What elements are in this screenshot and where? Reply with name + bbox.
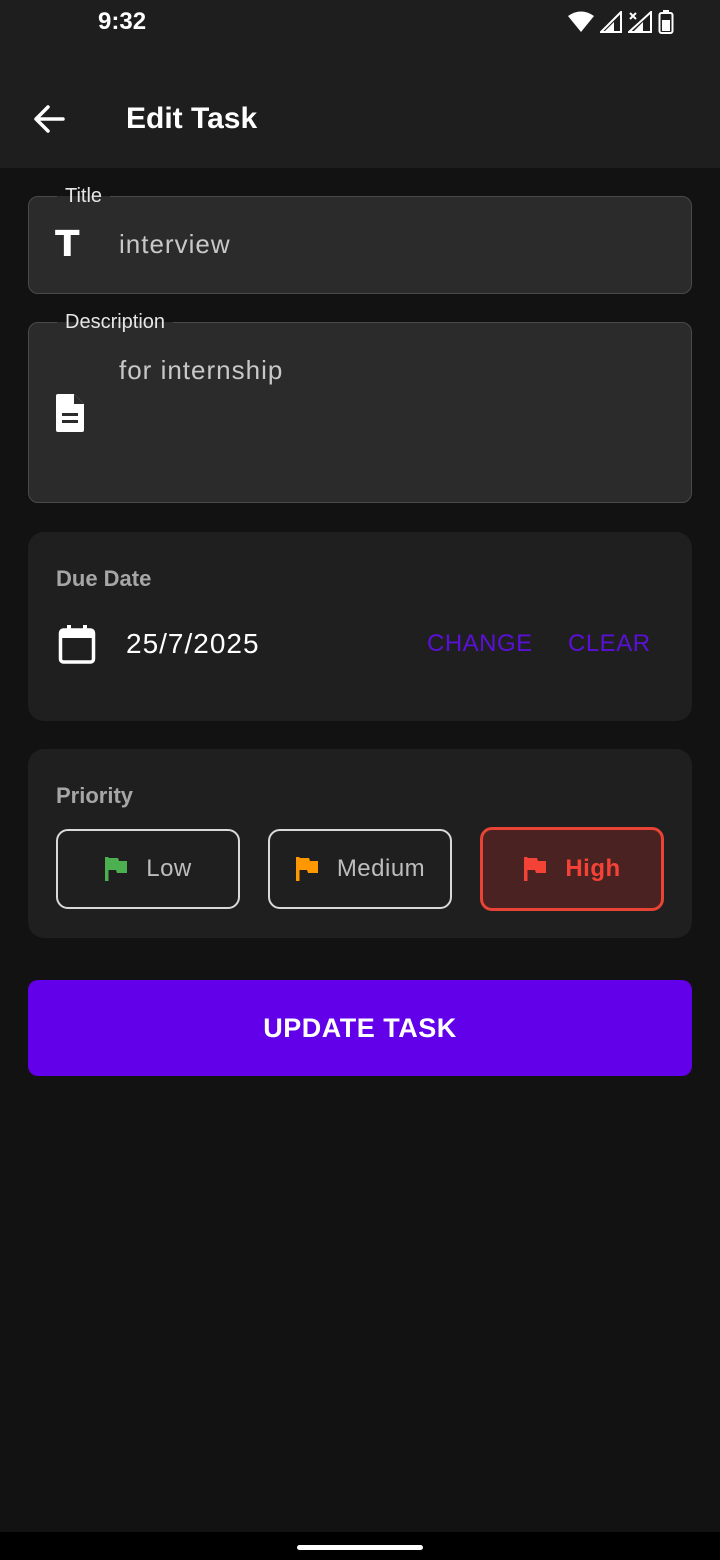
priority-card: Priority Low Medium High <box>28 749 692 938</box>
status-bar: 9:32 <box>0 0 720 48</box>
description-field[interactable]: Description for internship <box>28 309 692 503</box>
battery-icon <box>658 10 674 34</box>
document-icon <box>56 394 84 432</box>
title-field[interactable]: Title T interview <box>28 183 692 294</box>
title-icon: T <box>55 224 80 265</box>
priority-high-button[interactable]: High <box>480 827 664 911</box>
description-field-label: Description <box>57 309 174 335</box>
navigation-bar <box>0 1532 720 1560</box>
update-task-button[interactable]: UPDATE TASK <box>28 980 692 1076</box>
edit-task-screen: 9:32 Edit Task Title T interview Descrip… <box>0 0 720 1560</box>
priority-medium-label: Medium <box>336 855 426 882</box>
home-indicator[interactable] <box>297 1545 423 1550</box>
arrow-back-icon <box>34 105 65 133</box>
title-field-label: Title <box>57 183 111 209</box>
app-bar: Edit Task <box>0 48 720 168</box>
signal-no-data-icon <box>628 11 652 33</box>
flag-icon <box>524 857 547 881</box>
change-date-button[interactable]: CHANGE <box>427 630 533 658</box>
priority-low-button[interactable]: Low <box>56 829 240 909</box>
back-button[interactable] <box>26 96 72 142</box>
status-icons <box>568 8 674 36</box>
description-input[interactable]: for internship <box>119 355 283 386</box>
due-date-card: Due Date 25/7/2025 CHANGE CLEAR <box>28 532 692 721</box>
priority-high-label: High <box>565 855 621 882</box>
clear-date-button[interactable]: CLEAR <box>568 630 651 658</box>
signal-icon <box>600 11 622 33</box>
flag-icon <box>295 857 318 881</box>
title-input[interactable]: interview <box>119 229 231 260</box>
page-title: Edit Task <box>126 102 258 135</box>
wifi-icon <box>568 11 594 32</box>
calendar-icon <box>58 625 96 664</box>
priority-low-label: Low <box>146 855 192 882</box>
flag-icon <box>105 857 128 881</box>
due-date-heading: Due Date <box>56 566 152 591</box>
due-date-value: 25/7/2025 <box>126 628 260 659</box>
priority-heading: Priority <box>56 783 134 808</box>
status-time: 9:32 <box>98 8 147 35</box>
priority-medium-button[interactable]: Medium <box>268 829 452 909</box>
